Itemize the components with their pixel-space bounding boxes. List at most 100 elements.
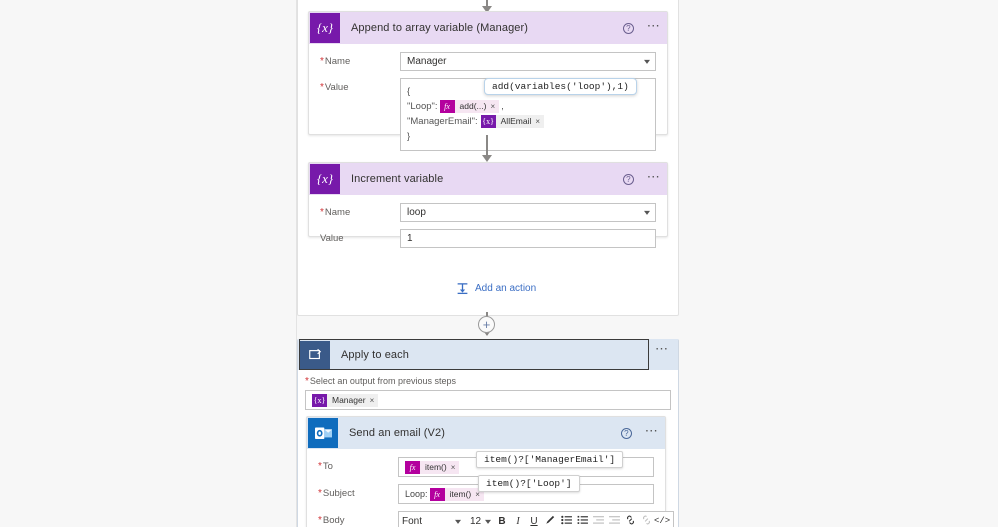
flow-designer-canvas: {x} Append to array variable (Manager) ?…: [0, 0, 998, 527]
insert-step-button[interactable]: +: [478, 316, 495, 333]
variable-token-manager[interactable]: {x} Manager ×: [312, 393, 379, 407]
outdent-glyph: [592, 515, 604, 524]
card-body: Name loop ▾ Value 1: [309, 195, 667, 265]
value-line-close: }: [407, 131, 411, 142]
font-size-label: 12: [470, 515, 482, 527]
ellipsis-icon[interactable]: ⋯: [645, 424, 659, 439]
variable-braces-icon: {x}: [480, 115, 496, 128]
help-circle-icon[interactable]: ?: [622, 22, 634, 34]
unlink-glyph: [642, 515, 650, 524]
token-label: item(): [449, 489, 472, 499]
card-title: Send an email (V2): [349, 427, 445, 439]
expression-token-item-subject[interactable]: fx item() ×: [429, 487, 484, 501]
field-label-subject: Subject: [318, 484, 398, 499]
card-header-actions: ? ⋯: [622, 12, 661, 44]
function-fx-icon: fx: [439, 100, 455, 113]
value-input-text: 1: [407, 233, 413, 244]
value-manageremail-key: "ManagerEmail":: [407, 116, 478, 127]
chevron-down-icon: ▾: [643, 57, 651, 66]
numbered-list-icon[interactable]: [574, 515, 590, 527]
name-dropdown-value: Manager: [407, 56, 447, 67]
field-row-value: Value 1: [320, 229, 656, 248]
card-title: Increment variable: [351, 173, 444, 185]
field-label-value: Value: [320, 233, 344, 244]
add-action-icon: [457, 283, 468, 295]
add-action-button[interactable]: Add an action: [456, 282, 536, 295]
remove-link-icon[interactable]: [638, 515, 654, 527]
token-label: Manager: [332, 395, 366, 405]
card-header[interactable]: {x} Increment variable ? ⋯: [309, 163, 667, 195]
body-rich-text-editor[interactable]: Font ▾ 12 ▾ B I U </>: [398, 511, 674, 527]
add-action-label: Add an action: [475, 283, 537, 294]
underline-icon[interactable]: U: [526, 516, 542, 527]
code-view-icon[interactable]: </>: [654, 516, 670, 526]
value-line-loop: "Loop": fx add(...) × ,: [407, 99, 649, 114]
outlook-glyph: [314, 427, 332, 439]
bold-icon[interactable]: B: [494, 516, 510, 527]
expression-token-item-to[interactable]: fx item() ×: [405, 460, 460, 474]
field-row-name: Name loop ▾: [320, 203, 656, 222]
action-card-apply-to-each[interactable]: Apply to each: [299, 339, 649, 370]
text-color-icon[interactable]: [542, 515, 558, 527]
outlook-icon: [308, 418, 338, 448]
token-label: AllEmail: [500, 116, 532, 126]
field-label-to: To: [318, 457, 398, 472]
expression-tooltip-to: item()?['ManagerEmail']: [476, 451, 624, 468]
card-body: Name Manager ▾ Value { "Loop": fx add(..…: [309, 44, 667, 168]
card-title: Append to array variable (Manager): [351, 22, 529, 34]
pen-glyph: [546, 515, 555, 524]
help-circle-icon[interactable]: ?: [620, 427, 632, 439]
rich-text-toolbar: Font ▾ 12 ▾ B I U </>: [399, 512, 673, 527]
token-remove-icon[interactable]: ×: [535, 114, 544, 129]
value-loop-comma: ,: [501, 101, 504, 112]
field-row-name: Name Manager ▾: [320, 52, 656, 71]
bulleted-list-icon[interactable]: [558, 515, 574, 527]
expression-tooltip-add: add(variables('loop'),1): [484, 78, 637, 95]
expression-token-add[interactable]: fx add(...) ×: [439, 99, 500, 114]
field-label-name: Name: [320, 52, 400, 67]
chevron-down-icon: ▾: [454, 516, 462, 526]
field-label-select-output: Select an output from previous steps: [305, 376, 671, 387]
token-label: item(): [425, 462, 447, 472]
indent-icon[interactable]: [606, 515, 622, 527]
token-label: add(...): [459, 101, 487, 111]
action-card-append-to-array-variable[interactable]: {x} Append to array variable (Manager) ?…: [308, 11, 668, 151]
connector-line: [486, 135, 488, 157]
card-header[interactable]: {x} Append to array variable (Manager) ?…: [309, 12, 667, 44]
outdent-icon[interactable]: [590, 515, 606, 527]
value-line-manageremail: "ManagerEmail": {x} AllEmail ×: [407, 114, 649, 129]
apply-to-each-ellipsis-icon[interactable]: ⋯: [655, 342, 669, 357]
card-header[interactable]: Send an email (V2) ? ⋯: [307, 417, 665, 449]
token-remove-icon[interactable]: ×: [370, 396, 379, 405]
value-loop-key: "Loop":: [407, 101, 438, 112]
name-dropdown[interactable]: Manager ▾: [400, 52, 656, 71]
name-dropdown[interactable]: loop ▾: [400, 203, 656, 222]
ellipsis-icon[interactable]: ⋯: [647, 19, 661, 34]
ellipsis-icon[interactable]: ⋯: [647, 170, 661, 185]
field-label-value: Value: [320, 78, 400, 93]
italic-icon[interactable]: I: [510, 516, 526, 527]
variable-token-allemail[interactable]: {x} AllEmail ×: [480, 114, 545, 129]
value-input[interactable]: 1: [400, 229, 656, 248]
indent-glyph: [608, 515, 620, 524]
apply-to-each-body: Select an output from previous steps {x}…: [305, 376, 671, 410]
font-family-dropdown[interactable]: Font ▾: [402, 516, 464, 527]
font-size-dropdown[interactable]: 12 ▾: [464, 516, 494, 527]
card-header-actions: ? ⋯: [620, 417, 659, 449]
help-circle-icon[interactable]: ?: [622, 173, 634, 185]
action-card-increment-variable[interactable]: {x} Increment variable ? ⋯ Name loop ▾ V…: [308, 162, 668, 248]
card-title: Apply to each: [341, 348, 409, 361]
variable-braces-icon: {x}: [312, 393, 327, 407]
font-family-label: Font: [402, 515, 423, 527]
action-card-send-an-email[interactable]: Send an email (V2) ? ⋯ To fx item() × Su…: [306, 416, 674, 527]
select-output-input[interactable]: {x} Manager ×: [305, 390, 671, 410]
token-remove-icon[interactable]: ×: [451, 463, 460, 472]
field-label-name: Name: [320, 203, 400, 218]
name-dropdown-value: loop: [407, 207, 426, 218]
token-remove-icon[interactable]: ×: [490, 99, 499, 114]
function-fx-icon: fx: [405, 460, 420, 474]
variable-braces-icon: {x}: [310, 164, 340, 194]
function-fx-icon: fx: [429, 487, 445, 501]
insert-link-icon[interactable]: [622, 515, 638, 527]
loop-foreach-icon: [300, 340, 330, 369]
